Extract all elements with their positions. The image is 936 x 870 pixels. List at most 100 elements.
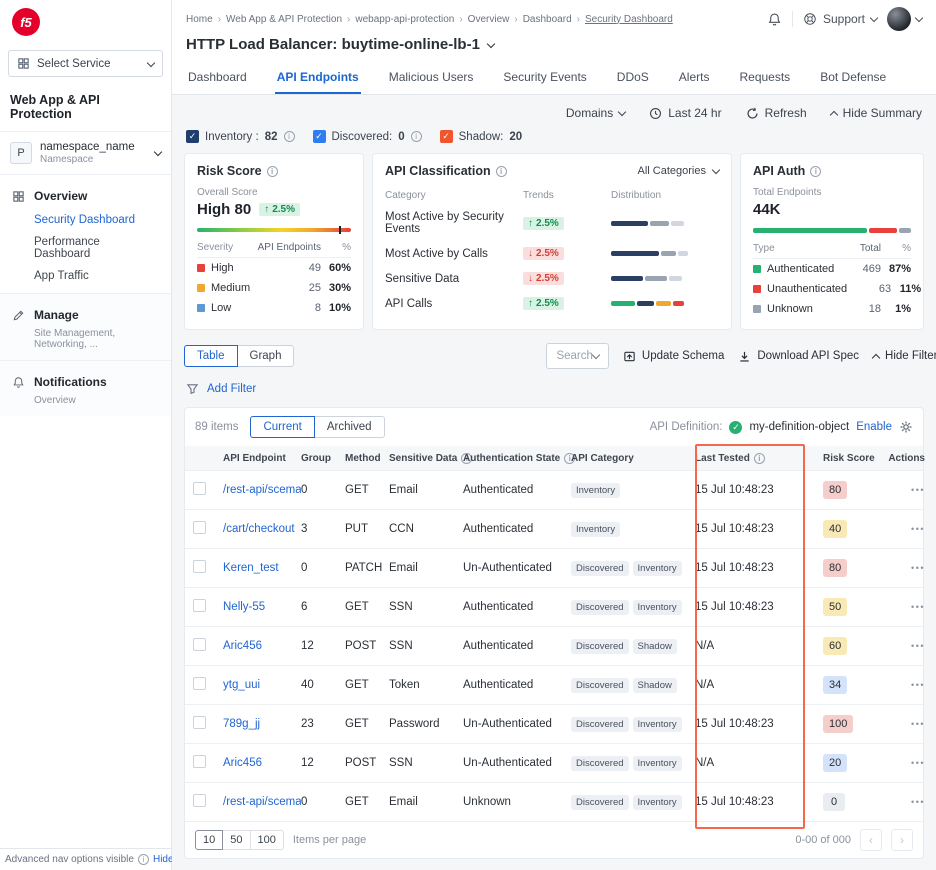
sidebar-item-performance-dashboard[interactable]: Performance Dashboard [0,231,171,265]
enable-link[interactable]: Enable [856,421,892,433]
time-range-selector[interactable]: Last 24 hr [649,106,721,120]
hide-nav-link[interactable]: Hide [153,854,174,865]
tab-dashboard[interactable]: Dashboard [186,62,249,94]
endpoint-link[interactable]: /rest-api/scema [223,796,301,808]
tab-api-endpoints[interactable]: API Endpoints [275,62,361,94]
row-actions-button[interactable]: ••• [911,797,925,807]
method-cell: GET [345,679,389,691]
row-checkbox[interactable] [193,677,206,690]
tab-bot-defense[interactable]: Bot Defense [818,62,888,94]
add-filter-button[interactable]: Add Filter [207,383,256,395]
column-header-category: API Category [571,453,695,464]
tab-ddos[interactable]: DDoS [615,62,651,94]
view-graph-button[interactable]: Graph [238,345,295,367]
info-icon[interactable] [411,131,422,142]
user-menu[interactable] [887,7,922,31]
filter-inventory[interactable]: ✓ Inventory :82 [186,130,295,143]
prev-page-button[interactable]: ‹ [860,829,882,851]
legend-pct: 11% [891,283,921,295]
breadcrumb-waap[interactable]: Web App & API Protection [226,14,342,25]
breadcrumb-security-dashboard[interactable]: Security Dashboard [585,14,673,25]
tab-security-events[interactable]: Security Events [501,62,588,94]
classification-row: Most Active by Calls↓2.5% [385,241,719,266]
page-size-50[interactable]: 50 [223,830,250,850]
tab-alerts[interactable]: Alerts [677,62,712,94]
row-actions-button[interactable]: ••• [911,758,925,768]
breadcrumb-dashboard[interactable]: Dashboard [523,14,572,25]
endpoint-link[interactable]: Aric456 [223,757,262,769]
row-checkbox[interactable] [193,716,206,729]
info-icon[interactable] [496,166,507,177]
search-input[interactable]: Search [546,343,608,369]
nav-section-manage: Manage Site Management, Networking, ... [0,293,171,360]
download-api-spec-button[interactable]: Download API Spec [738,350,859,363]
info-icon[interactable] [284,131,295,142]
endpoint-link[interactable]: Aric456 [223,640,262,652]
legend-label: Unknown [767,303,813,315]
breadcrumb-overview[interactable]: Overview [468,14,510,25]
info-icon[interactable] [138,854,149,865]
info-icon[interactable] [810,166,821,177]
sidebar-item-app-traffic[interactable]: App Traffic [0,265,171,287]
risk-score-cell: 0 [823,793,878,811]
filter-label: Shadow: [459,131,504,143]
endpoint-link[interactable]: ytg_uui [223,679,260,691]
row-checkbox[interactable] [193,560,206,573]
page-size-10[interactable]: 10 [195,830,223,850]
row-checkbox[interactable] [193,755,206,768]
row-actions-button[interactable]: ••• [911,524,925,534]
hide-summary-toggle[interactable]: Hide Summary [831,106,922,120]
settings-gear-icon[interactable] [899,420,913,434]
filter-shadow[interactable]: ✓ Shadow: 20 [440,130,523,143]
state-archived-button[interactable]: Archived [315,416,385,438]
sidebar-item-notifications[interactable]: Notifications [0,369,171,395]
row-checkbox[interactable] [193,599,206,612]
next-page-button[interactable]: › [891,829,913,851]
chevron-down-icon[interactable] [487,39,495,47]
endpoint-link[interactable]: Nelly-55 [223,601,265,613]
api-definition-value[interactable]: my-definition-object [749,421,849,433]
state-current-button[interactable]: Current [250,416,314,438]
endpoint-link[interactable]: 789g_jj [223,718,260,730]
breadcrumb-webapp-api-protection[interactable]: webapp-api-protection [355,14,454,25]
row-actions-button[interactable]: ••• [911,641,925,651]
row-checkbox[interactable] [193,482,206,495]
endpoint-link[interactable]: /cart/checkout [223,523,295,535]
row-actions-button[interactable]: ••• [911,485,925,495]
tab-malicious-users[interactable]: Malicious Users [387,62,476,94]
page-size-100[interactable]: 100 [251,830,284,850]
sidebar-item-overview[interactable]: Overview [0,183,171,209]
domains-dropdown[interactable]: Domains [566,106,625,120]
support-menu[interactable]: Support [803,12,877,26]
row-actions-button[interactable]: ••• [911,719,925,729]
view-table-button[interactable]: Table [184,345,238,367]
update-schema-button[interactable]: Update Schema [623,350,724,363]
row-actions-button[interactable]: ••• [911,602,925,612]
info-icon[interactable] [267,166,278,177]
all-categories-dropdown[interactable]: All Categories [638,165,719,177]
row-checkbox[interactable] [193,794,206,807]
row-actions-button[interactable]: ••• [911,563,925,573]
refresh-button[interactable]: Refresh [746,106,807,120]
f5-logo[interactable]: f5 [12,8,40,36]
row-actions-button[interactable]: ••• [911,680,925,690]
sidebar-item-manage[interactable]: Manage [0,302,171,328]
category-chip: Inventory [633,795,682,810]
legend-pct: 60% [321,262,351,274]
table-row: /rest-api/scema0GETEmailUnknownDiscovere… [185,782,923,821]
row-checkbox[interactable] [193,521,206,534]
sensitive-data-cell: Token [389,679,463,691]
info-icon[interactable] [754,453,765,464]
notifications-bell-button[interactable] [767,12,782,27]
namespace-selector[interactable]: P namespace_name Namespace [0,131,171,175]
endpoint-link[interactable]: Keren_test [223,562,279,574]
hide-filter-toggle[interactable]: Hide Filter [873,350,936,362]
breadcrumb-home[interactable]: Home [186,14,213,25]
select-service-dropdown[interactable]: Select Service [8,50,163,77]
filter-discovered[interactable]: ✓ Discovered: 0 [313,130,422,143]
sidebar-item-security-dashboard[interactable]: Security Dashboard [0,209,171,231]
row-checkbox[interactable] [193,638,206,651]
endpoint-link[interactable]: /rest-api/scema [223,484,301,496]
table-row: /rest-api/scema0GETEmailAuthenticatedInv… [185,470,923,509]
tab-requests[interactable]: Requests [737,62,792,94]
